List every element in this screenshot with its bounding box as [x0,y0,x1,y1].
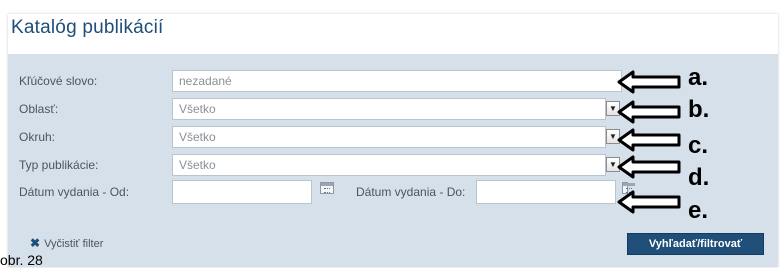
marker-a: a. [688,64,709,91]
page-title: Katalóg publikácií [11,17,164,38]
area-select-value[interactable]: Všetko [172,98,606,120]
date-from-label: Dátum vydania - Od: [19,185,130,199]
pub-type-label: Typ publikácie: [19,158,99,172]
left-arrow-icon [617,128,681,152]
area-label: Oblasť: [19,102,59,116]
left-arrow-icon [617,155,681,179]
date-from-input[interactable] [172,180,312,204]
pub-type-select[interactable]: Všetko ▼ [172,154,622,176]
pub-type-select-value[interactable]: Všetko [172,154,606,176]
date-to-label: Dátum vydania - Do: [356,185,466,199]
marker-b: b. [688,96,710,123]
left-arrow-icon [617,70,681,94]
area-select[interactable]: Všetko ▼ [172,98,622,120]
scope-label: Okruh: [19,130,56,144]
date-to-input[interactable] [476,180,616,204]
close-icon: ✖ [30,236,41,250]
marker-c: c. [688,132,709,159]
scope-select-value[interactable]: Všetko [172,126,606,148]
left-arrow-icon [617,100,681,124]
keyword-label: Kľúčové slovo: [19,74,98,88]
marker-e: e. [688,197,709,224]
figure-caption: obr. 28 [0,252,43,268]
keyword-input[interactable]: nezadané [172,70,622,92]
left-arrow-icon [617,190,681,214]
search-button[interactable]: Vyhľadať/filtrovať [627,233,764,255]
marker-d: d. [688,164,710,191]
calendar-icon[interactable] [320,182,334,194]
scope-select[interactable]: Všetko ▼ [172,126,622,148]
clear-filter-link[interactable]: ✖ Vyčistiť filter [30,236,103,250]
clear-filter-label: Vyčistiť filter [44,238,104,250]
